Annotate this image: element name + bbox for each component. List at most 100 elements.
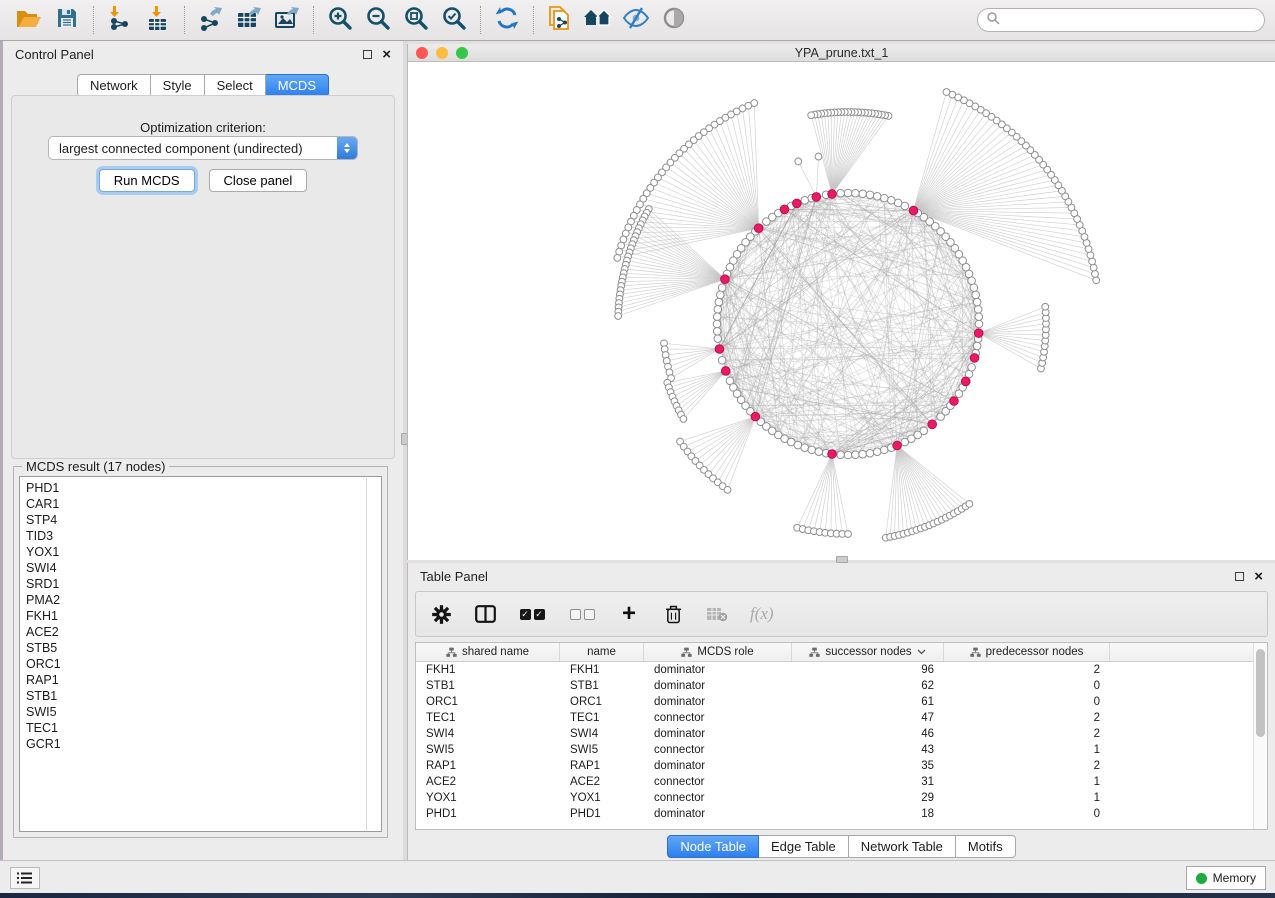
network-node[interactable] <box>973 342 981 350</box>
network-node[interactable] <box>713 320 721 328</box>
network-node[interactable] <box>718 284 726 292</box>
show-graphics-details-button[interactable] <box>655 3 693 37</box>
column-header-MCDS-role[interactable]: MCDS role <box>644 643 792 661</box>
create-column-button[interactable]: + <box>618 604 640 624</box>
network-node[interactable] <box>866 449 874 457</box>
mcds-hub-node[interactable] <box>754 224 763 233</box>
mcds-hub-node[interactable] <box>828 190 837 199</box>
network-node[interactable] <box>837 189 845 197</box>
table-row[interactable]: SWI5SWI5connector431 <box>416 742 1253 758</box>
column-header-successor-nodes[interactable]: successor nodes <box>792 643 944 661</box>
network-node[interactable] <box>713 328 721 336</box>
mcds-result-item[interactable]: TID3 <box>26 528 381 544</box>
table-scrollbar[interactable] <box>1253 643 1267 829</box>
table-row[interactable]: STB1STB1dominator620 <box>416 678 1253 694</box>
table-row[interactable]: PHD1PHD1dominator180 <box>416 806 1253 822</box>
network-node[interactable] <box>1093 277 1100 284</box>
mcds-result-item[interactable]: SWI5 <box>26 704 381 720</box>
float-panel-icon[interactable] <box>363 50 372 59</box>
mcds-hub-node[interactable] <box>961 377 970 386</box>
network-node[interactable] <box>615 313 622 320</box>
network-node[interactable] <box>920 427 928 435</box>
network-node[interactable] <box>815 153 822 160</box>
network-node[interactable] <box>808 446 816 454</box>
mcds-hub-node[interactable] <box>715 345 724 354</box>
refresh-layout-button[interactable] <box>488 3 526 37</box>
open-file-button[interactable] <box>10 3 48 37</box>
network-node[interactable] <box>859 450 867 458</box>
mcds-result-item[interactable]: CAR1 <box>26 496 381 512</box>
select-all-rows-button[interactable]: ✓✓ <box>518 609 546 620</box>
run-mcds-button[interactable]: Run MCDS <box>99 169 195 192</box>
table-tab-node-table[interactable]: Node Table <box>667 835 759 858</box>
tab-network[interactable]: Network <box>77 74 151 97</box>
mcds-hub-node[interactable] <box>793 199 802 208</box>
network-node[interactable] <box>887 197 895 205</box>
mcds-result-item[interactable]: PHD1 <box>26 480 381 496</box>
float-table-panel-icon[interactable] <box>1235 572 1244 581</box>
network-node[interactable] <box>859 190 867 198</box>
table-row[interactable]: RAP1RAP1dominator352 <box>416 758 1253 774</box>
network-node[interactable] <box>815 448 823 456</box>
task-history-button[interactable] <box>10 867 40 889</box>
delete-columns-button[interactable] <box>662 605 684 624</box>
mcds-hub-node[interactable] <box>928 420 937 429</box>
network-node[interactable] <box>680 416 687 423</box>
mcds-hub-node[interactable] <box>909 206 918 215</box>
show-columns-button[interactable] <box>474 605 496 623</box>
network-node[interactable] <box>973 298 981 306</box>
close-panel-icon[interactable]: × <box>382 50 391 59</box>
function-builder-button[interactable]: f(x) <box>750 604 774 624</box>
column-header-name[interactable]: name <box>560 643 644 661</box>
delete-table-button[interactable] <box>706 606 728 622</box>
horizontal-splitter-handle[interactable] <box>836 556 848 563</box>
zoom-selected-button[interactable] <box>435 3 473 37</box>
network-node[interactable] <box>715 298 723 306</box>
network-node[interactable] <box>966 501 973 508</box>
mcds-result-item[interactable]: STP4 <box>26 512 381 528</box>
mcds-hub-node[interactable] <box>721 367 730 376</box>
zoom-in-button[interactable] <box>321 3 359 37</box>
network-node[interactable] <box>845 531 852 538</box>
export-image-button[interactable] <box>268 3 306 37</box>
deselect-all-rows-button[interactable] <box>568 609 596 620</box>
export-table-button[interactable] <box>230 3 268 37</box>
close-table-panel-icon[interactable]: × <box>1254 572 1263 581</box>
mcds-result-item[interactable]: SWI4 <box>26 560 381 576</box>
network-node[interactable] <box>716 291 724 299</box>
network-node[interactable] <box>844 451 852 459</box>
mcds-result-item[interactable]: RAP1 <box>26 672 381 688</box>
network-node[interactable] <box>714 306 722 314</box>
memory-button[interactable]: Memory <box>1186 866 1266 890</box>
network-node[interactable] <box>1042 303 1049 310</box>
tab-style[interactable]: Style <box>151 74 205 97</box>
network-node[interactable] <box>970 284 978 292</box>
import-table-button[interactable] <box>139 3 177 37</box>
network-node[interactable] <box>801 197 809 205</box>
network-node[interactable] <box>718 356 726 364</box>
network-node[interactable] <box>975 313 983 321</box>
mcds-result-item[interactable]: GCR1 <box>26 736 381 752</box>
mcds-result-item[interactable]: SRD1 <box>26 576 381 592</box>
network-node[interactable] <box>763 218 771 226</box>
mcds-hub-node[interactable] <box>780 205 789 214</box>
network-node[interactable] <box>837 451 845 459</box>
criterion-dropdown[interactable]: largest connected component (undirected) <box>48 136 358 160</box>
search-input[interactable] <box>1000 13 1256 27</box>
network-node[interactable] <box>943 89 950 96</box>
mcds-result-list[interactable]: PHD1CAR1STP4TID3YOX1SWI4SRD1PMA2FKH1ACE2… <box>19 476 382 832</box>
network-node[interactable] <box>880 446 888 454</box>
network-overview-button[interactable] <box>579 3 617 37</box>
table-row[interactable]: YOX1YOX1connector291 <box>416 790 1253 806</box>
mcds-hub-node[interactable] <box>751 412 760 421</box>
network-node[interactable] <box>795 158 802 165</box>
network-node[interactable] <box>852 189 860 197</box>
export-network-button[interactable] <box>192 3 230 37</box>
close-panel-button[interactable]: Close panel <box>209 169 308 192</box>
network-node[interactable] <box>974 306 982 314</box>
network-node[interactable] <box>801 444 809 452</box>
column-header-predecessor-nodes[interactable]: predecessor nodes <box>944 643 1110 661</box>
column-header-shared-name[interactable]: shared name <box>416 643 560 661</box>
table-tab-network-table[interactable]: Network Table <box>849 835 956 858</box>
table-scrollbar-thumb[interactable] <box>1256 649 1265 737</box>
